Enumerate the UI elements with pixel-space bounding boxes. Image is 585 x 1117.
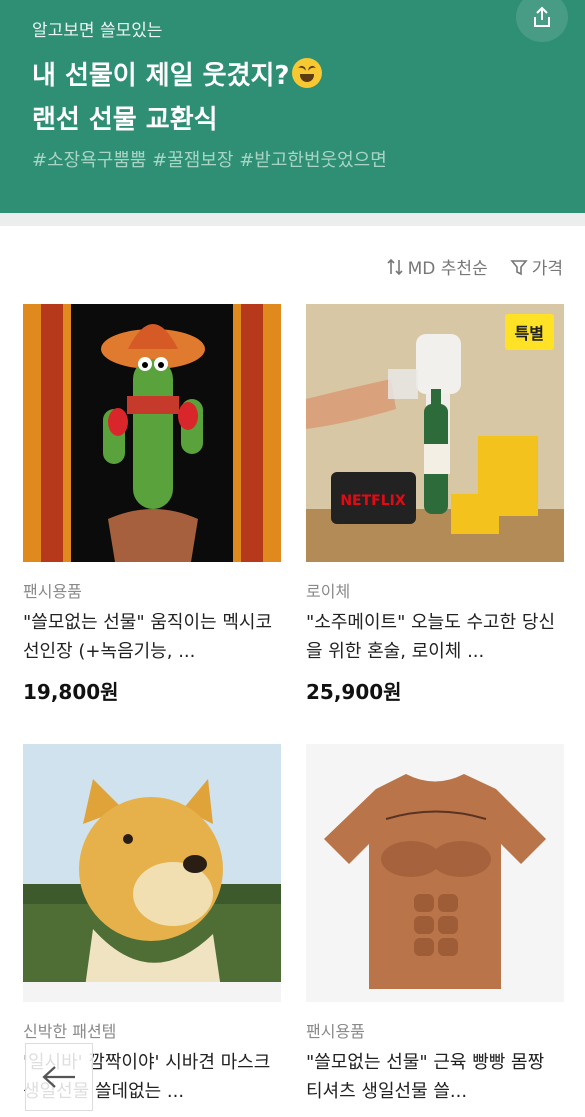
sort-bar: MD 추천순 가격 bbox=[386, 254, 563, 279]
product-brand: 팬시용품 bbox=[23, 582, 82, 601]
sort-arrows-icon bbox=[387, 258, 403, 275]
product-brand: 로이체 bbox=[306, 582, 351, 601]
back-arrow-icon bbox=[42, 1066, 75, 1088]
event-eyebrow: 알고보면 쓸모있는 bbox=[32, 21, 163, 41]
product-name[interactable]: "쓸모없는 선물" 근육 빵빵 몸짱 티셔츠 생일선물 쓸... bbox=[306, 1048, 564, 1106]
product-name[interactable]: "소주메이트" 오늘도 수고한 당신을 위한 혼술, 로이체 ... bbox=[306, 608, 564, 666]
product-card[interactable]: 팬시용품 "쓸모없는 선물" 근육 빵빵 몸짱 티셔츠 생일선물 쓸... bbox=[306, 744, 564, 1106]
product-price: 19,800원 bbox=[23, 680, 119, 704]
product-image-cactus[interactable] bbox=[23, 304, 281, 562]
product-price: 25,900원 bbox=[306, 680, 402, 704]
share-icon bbox=[534, 6, 550, 27]
product-brand: 신박한 패션템 bbox=[23, 1022, 117, 1041]
event-title-line1: 내 선물이 제일 웃겼지? bbox=[32, 61, 290, 91]
sort-order-button[interactable]: MD 추천순 bbox=[386, 254, 488, 279]
product-image-soju-mate[interactable]: NETFLIX 특별 bbox=[306, 304, 564, 562]
event-header: 알고보면 쓸모있는 내 선물이 제일 웃겼지? 랜선 선물 교환식 #소장욕구뿜… bbox=[0, 0, 585, 213]
section-divider bbox=[0, 213, 585, 226]
back-button[interactable] bbox=[25, 1043, 93, 1111]
event-title-line2: 랜선 선물 교환식 bbox=[32, 105, 218, 135]
special-badge: 특별 bbox=[504, 314, 554, 350]
event-title: 내 선물이 제일 웃겼지? 랜선 선물 교환식 bbox=[32, 54, 512, 142]
sort-order-label: MD 추천순 bbox=[407, 259, 488, 279]
product-card[interactable]: NETFLIX 특별 로이체 "소주메이트" 오늘도 수고한 당신을 위한 혼술… bbox=[306, 304, 564, 705]
filter-icon bbox=[510, 259, 528, 275]
event-hashtags: #소장욕구뿜뿜 #꿀잼보장 #받고한번웃었으면 bbox=[32, 150, 387, 171]
product-image-muscle-tshirt[interactable] bbox=[306, 744, 564, 1002]
product-card[interactable]: 팬시용품 "쓸모없는 선물" 움직이는 멕시코 선인장 (+녹음기능, ... … bbox=[23, 304, 281, 705]
share-button[interactable] bbox=[516, 0, 568, 42]
price-filter-label: 가격 bbox=[531, 259, 563, 279]
product-brand: 팬시용품 bbox=[306, 1022, 365, 1041]
netflix-logo-text: NETFLIX bbox=[340, 493, 406, 509]
product-image-shiba-mask[interactable] bbox=[23, 744, 281, 1002]
product-name[interactable]: "쓸모없는 선물" 움직이는 멕시코 선인장 (+녹음기능, ... bbox=[23, 608, 281, 666]
laughing-emoji-icon bbox=[291, 58, 322, 88]
price-filter-button[interactable]: 가격 bbox=[510, 254, 563, 279]
